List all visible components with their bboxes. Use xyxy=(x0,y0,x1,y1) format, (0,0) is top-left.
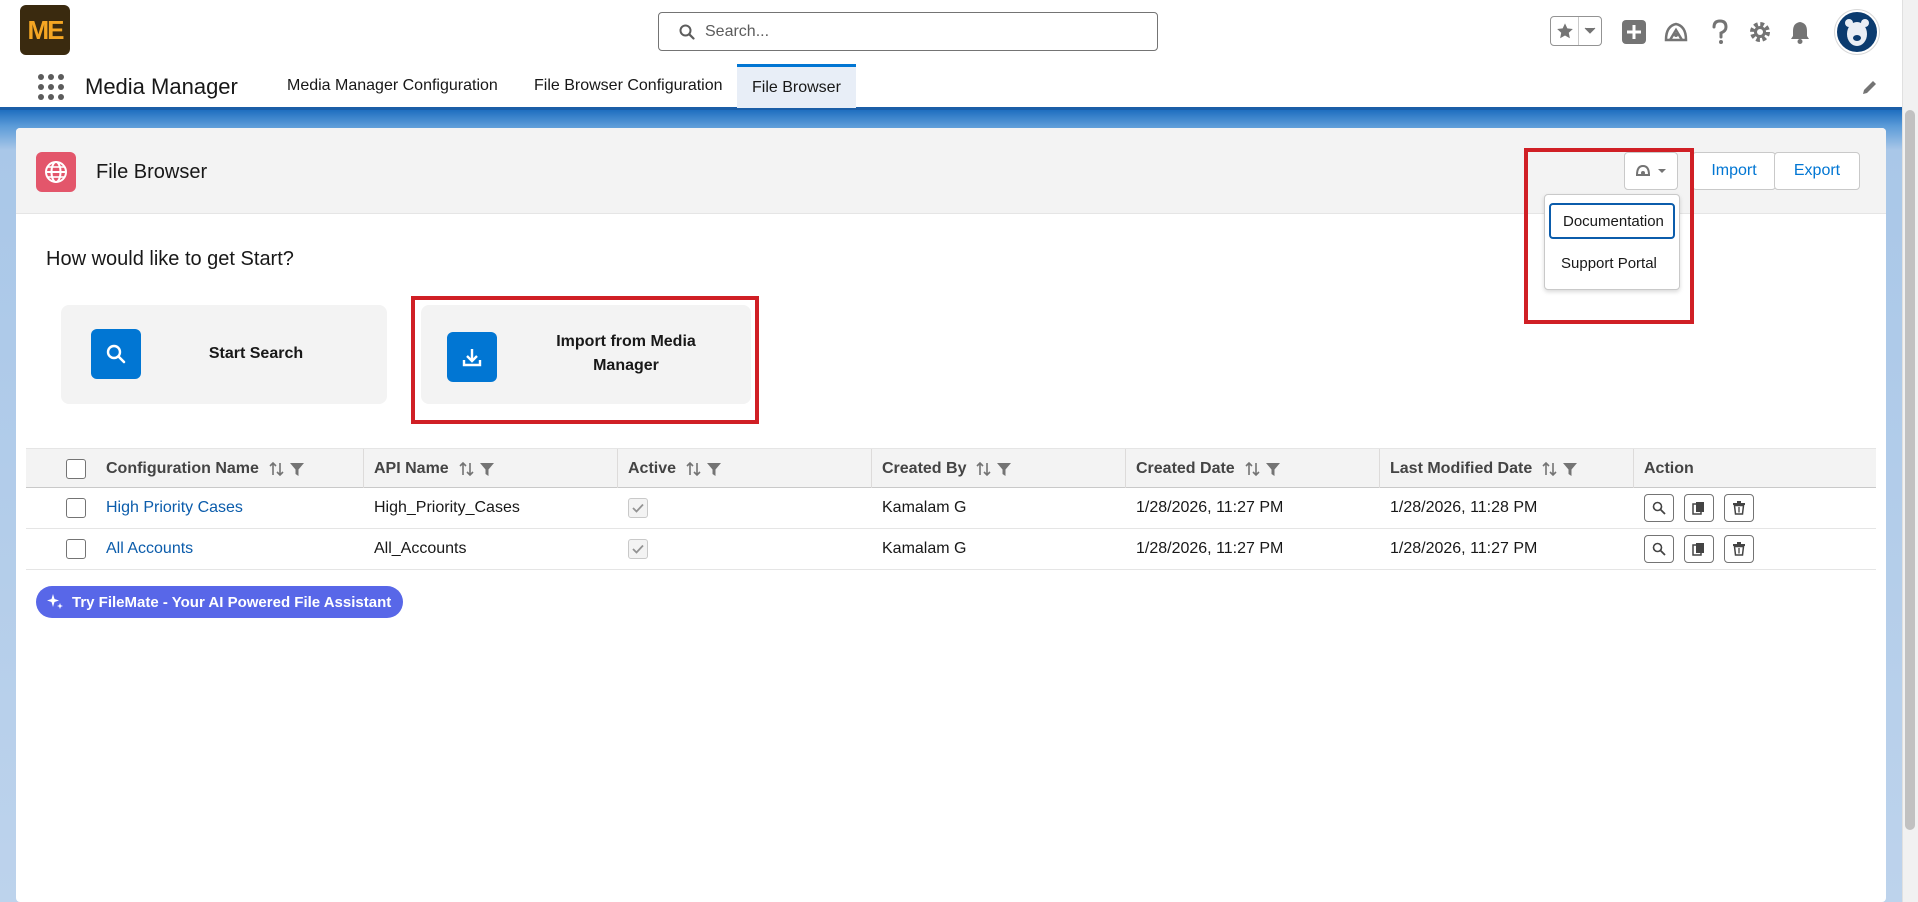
filter-icon[interactable] xyxy=(706,461,722,477)
column-api-name[interactable]: API Name xyxy=(364,449,618,489)
row-checkbox[interactable] xyxy=(56,488,86,528)
user-avatar-icon xyxy=(1845,19,1869,46)
row-checkbox[interactable] xyxy=(56,529,86,569)
search-icon xyxy=(1652,501,1666,515)
logo-text: ME xyxy=(27,14,65,45)
help-icon xyxy=(1712,19,1728,44)
configuration-name-link[interactable]: All Accounts xyxy=(96,529,193,569)
clone-button[interactable] xyxy=(1684,535,1714,563)
filter-icon[interactable] xyxy=(996,461,1012,477)
trailhead-button[interactable] xyxy=(1662,18,1690,46)
import-button[interactable]: Import xyxy=(1692,152,1776,190)
chevron-down-icon xyxy=(1584,27,1596,34)
tab-media-manager-configuration[interactable]: Media Manager Configuration xyxy=(272,64,513,108)
select-all-checkbox[interactable] xyxy=(66,459,86,479)
table-header: Configuration Name API Name Active Creat… xyxy=(26,448,1876,489)
copy-icon xyxy=(1692,543,1704,556)
table-row: High Priority Cases High_Priority_Cases … xyxy=(26,488,1876,529)
check-icon xyxy=(632,544,644,554)
delete-button[interactable] xyxy=(1724,535,1754,563)
global-actions-button[interactable] xyxy=(1620,18,1648,46)
sort-icon[interactable] xyxy=(459,461,475,477)
app-logo[interactable]: ME xyxy=(20,5,70,55)
view-button[interactable] xyxy=(1644,535,1674,563)
column-active[interactable]: Active xyxy=(618,449,872,489)
created-date-cell: 1/28/2026, 11:27 PM xyxy=(1136,499,1284,516)
check-icon xyxy=(632,503,644,513)
filemate-button[interactable]: Try FileMate - Your AI Powered File Assi… xyxy=(36,586,404,618)
start-search-card[interactable]: Start Search xyxy=(61,305,387,404)
filter-icon[interactable] xyxy=(289,461,305,477)
sparkle-icon xyxy=(47,594,63,609)
star-icon xyxy=(1556,23,1573,39)
tab-file-browser[interactable]: File Browser xyxy=(737,64,856,108)
search-input[interactable] xyxy=(705,22,1125,41)
page-content: File Browser Import Export Documentation… xyxy=(16,128,1886,902)
search-icon xyxy=(91,329,141,379)
trash-icon xyxy=(1733,542,1745,556)
search-icon xyxy=(1652,542,1666,556)
global-header: ME xyxy=(0,0,1918,64)
annotation-highlight-menu xyxy=(1524,148,1694,324)
page-title: File Browser xyxy=(96,161,208,183)
copy-icon xyxy=(1692,502,1704,515)
sort-icon[interactable] xyxy=(686,461,702,477)
filter-icon[interactable] xyxy=(479,461,495,477)
help-button[interactable] xyxy=(1706,18,1734,46)
avatar[interactable] xyxy=(1835,10,1879,54)
edit-nav-button[interactable] xyxy=(1861,78,1879,96)
modified-date-cell: 1/28/2026, 11:27 PM xyxy=(1390,540,1538,557)
row-actions xyxy=(1634,488,1764,528)
column-configuration-name[interactable]: Configuration Name xyxy=(26,449,364,489)
view-button[interactable] xyxy=(1644,494,1674,522)
column-created-date[interactable]: Created Date xyxy=(1126,449,1380,489)
scrollbar-thumb[interactable] xyxy=(1905,110,1915,830)
globe-icon xyxy=(36,152,76,192)
export-button[interactable]: Export xyxy=(1774,152,1860,190)
modified-date-cell: 1/28/2026, 11:28 PM xyxy=(1390,499,1538,516)
column-action: Action xyxy=(1644,460,1694,477)
created-date-cell: 1/28/2026, 11:27 PM xyxy=(1136,540,1284,557)
trash-icon xyxy=(1733,501,1745,515)
configuration-name-link[interactable]: High Priority Cases xyxy=(96,488,243,528)
sort-icon[interactable] xyxy=(1542,461,1558,477)
table-row: All Accounts All_Accounts Kamalam G 1/28… xyxy=(26,529,1876,570)
filemate-label: Try FileMate - Your AI Powered File Assi… xyxy=(72,593,392,611)
active-checkbox xyxy=(618,488,648,528)
app-name: Media Manager xyxy=(85,74,238,99)
setup-gear-icon xyxy=(1750,22,1770,42)
created-by-cell: Kamalam G xyxy=(882,499,967,516)
column-last-modified-date[interactable]: Last Modified Date xyxy=(1380,449,1634,489)
search-icon xyxy=(679,24,695,40)
sort-icon[interactable] xyxy=(1245,461,1261,477)
column-created-by[interactable]: Created By xyxy=(872,449,1126,489)
favorites-list-button[interactable] xyxy=(1579,17,1601,45)
row-actions xyxy=(1634,529,1764,569)
app-navigation-bar: Media Manager Media Manager Configuratio… xyxy=(0,64,1918,110)
bell-icon xyxy=(1791,22,1809,44)
notifications-button[interactable] xyxy=(1786,18,1814,46)
trailhead-icon xyxy=(1664,22,1688,42)
created-by-cell: Kamalam G xyxy=(882,540,967,557)
setup-button[interactable] xyxy=(1746,18,1774,46)
api-name-cell: High_Priority_Cases xyxy=(374,499,520,516)
annotation-highlight-import-card xyxy=(411,296,759,424)
favorites-button[interactable] xyxy=(1551,17,1579,45)
delete-button[interactable] xyxy=(1724,494,1754,522)
sort-icon[interactable] xyxy=(976,461,992,477)
tab-file-browser-configuration[interactable]: File Browser Configuration xyxy=(519,64,738,108)
add-icon xyxy=(1622,20,1646,44)
global-search[interactable] xyxy=(658,12,1158,51)
pencil-icon xyxy=(1863,81,1876,94)
start-search-label: Start Search xyxy=(208,345,304,362)
filter-icon[interactable] xyxy=(1562,461,1578,477)
app-launcher-icon[interactable] xyxy=(36,72,64,100)
filter-icon[interactable] xyxy=(1265,461,1281,477)
active-checkbox xyxy=(618,529,648,569)
sort-icon[interactable] xyxy=(269,461,285,477)
api-name-cell: All_Accounts xyxy=(374,540,467,557)
get-started-heading: How would like to get Start? xyxy=(46,248,294,270)
favorites-group xyxy=(1550,16,1602,46)
clone-button[interactable] xyxy=(1684,494,1714,522)
